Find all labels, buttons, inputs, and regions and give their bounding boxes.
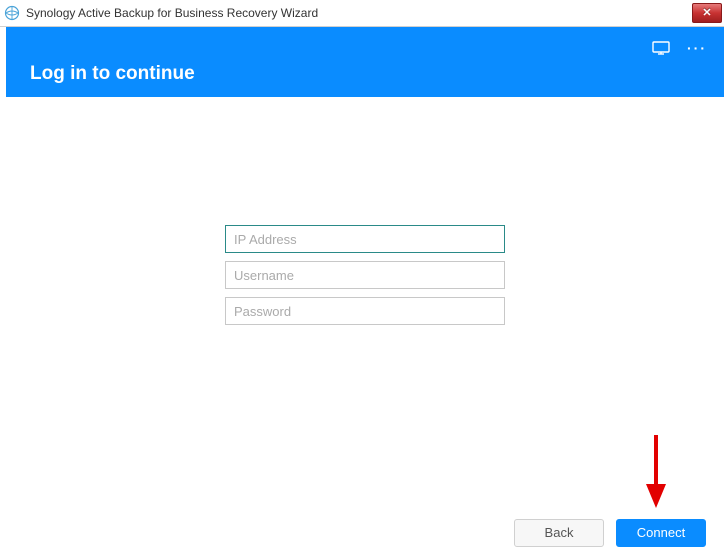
more-icon[interactable]: ··· [688, 41, 706, 55]
window-title: Synology Active Backup for Business Reco… [26, 6, 318, 20]
connect-button[interactable]: Connect [616, 519, 706, 547]
main-panel [6, 97, 724, 510]
username-input[interactable] [225, 261, 505, 289]
back-button[interactable]: Back [514, 519, 604, 547]
page-title: Log in to continue [30, 63, 195, 97]
ip-address-input[interactable] [225, 225, 505, 253]
close-icon: ✕ [702, 8, 711, 19]
header-controls: ··· [652, 41, 706, 55]
close-button[interactable]: ✕ [692, 3, 722, 23]
password-input[interactable] [225, 297, 505, 325]
content-wrap: Log in to continue ··· [0, 27, 724, 510]
login-form [225, 225, 505, 325]
app-icon [4, 5, 20, 21]
footer-buttons: Back Connect [0, 510, 724, 555]
page-header: Log in to continue ··· [6, 27, 724, 97]
window-titlebar: Synology Active Backup for Business Reco… [0, 0, 724, 27]
display-icon[interactable] [652, 41, 670, 55]
